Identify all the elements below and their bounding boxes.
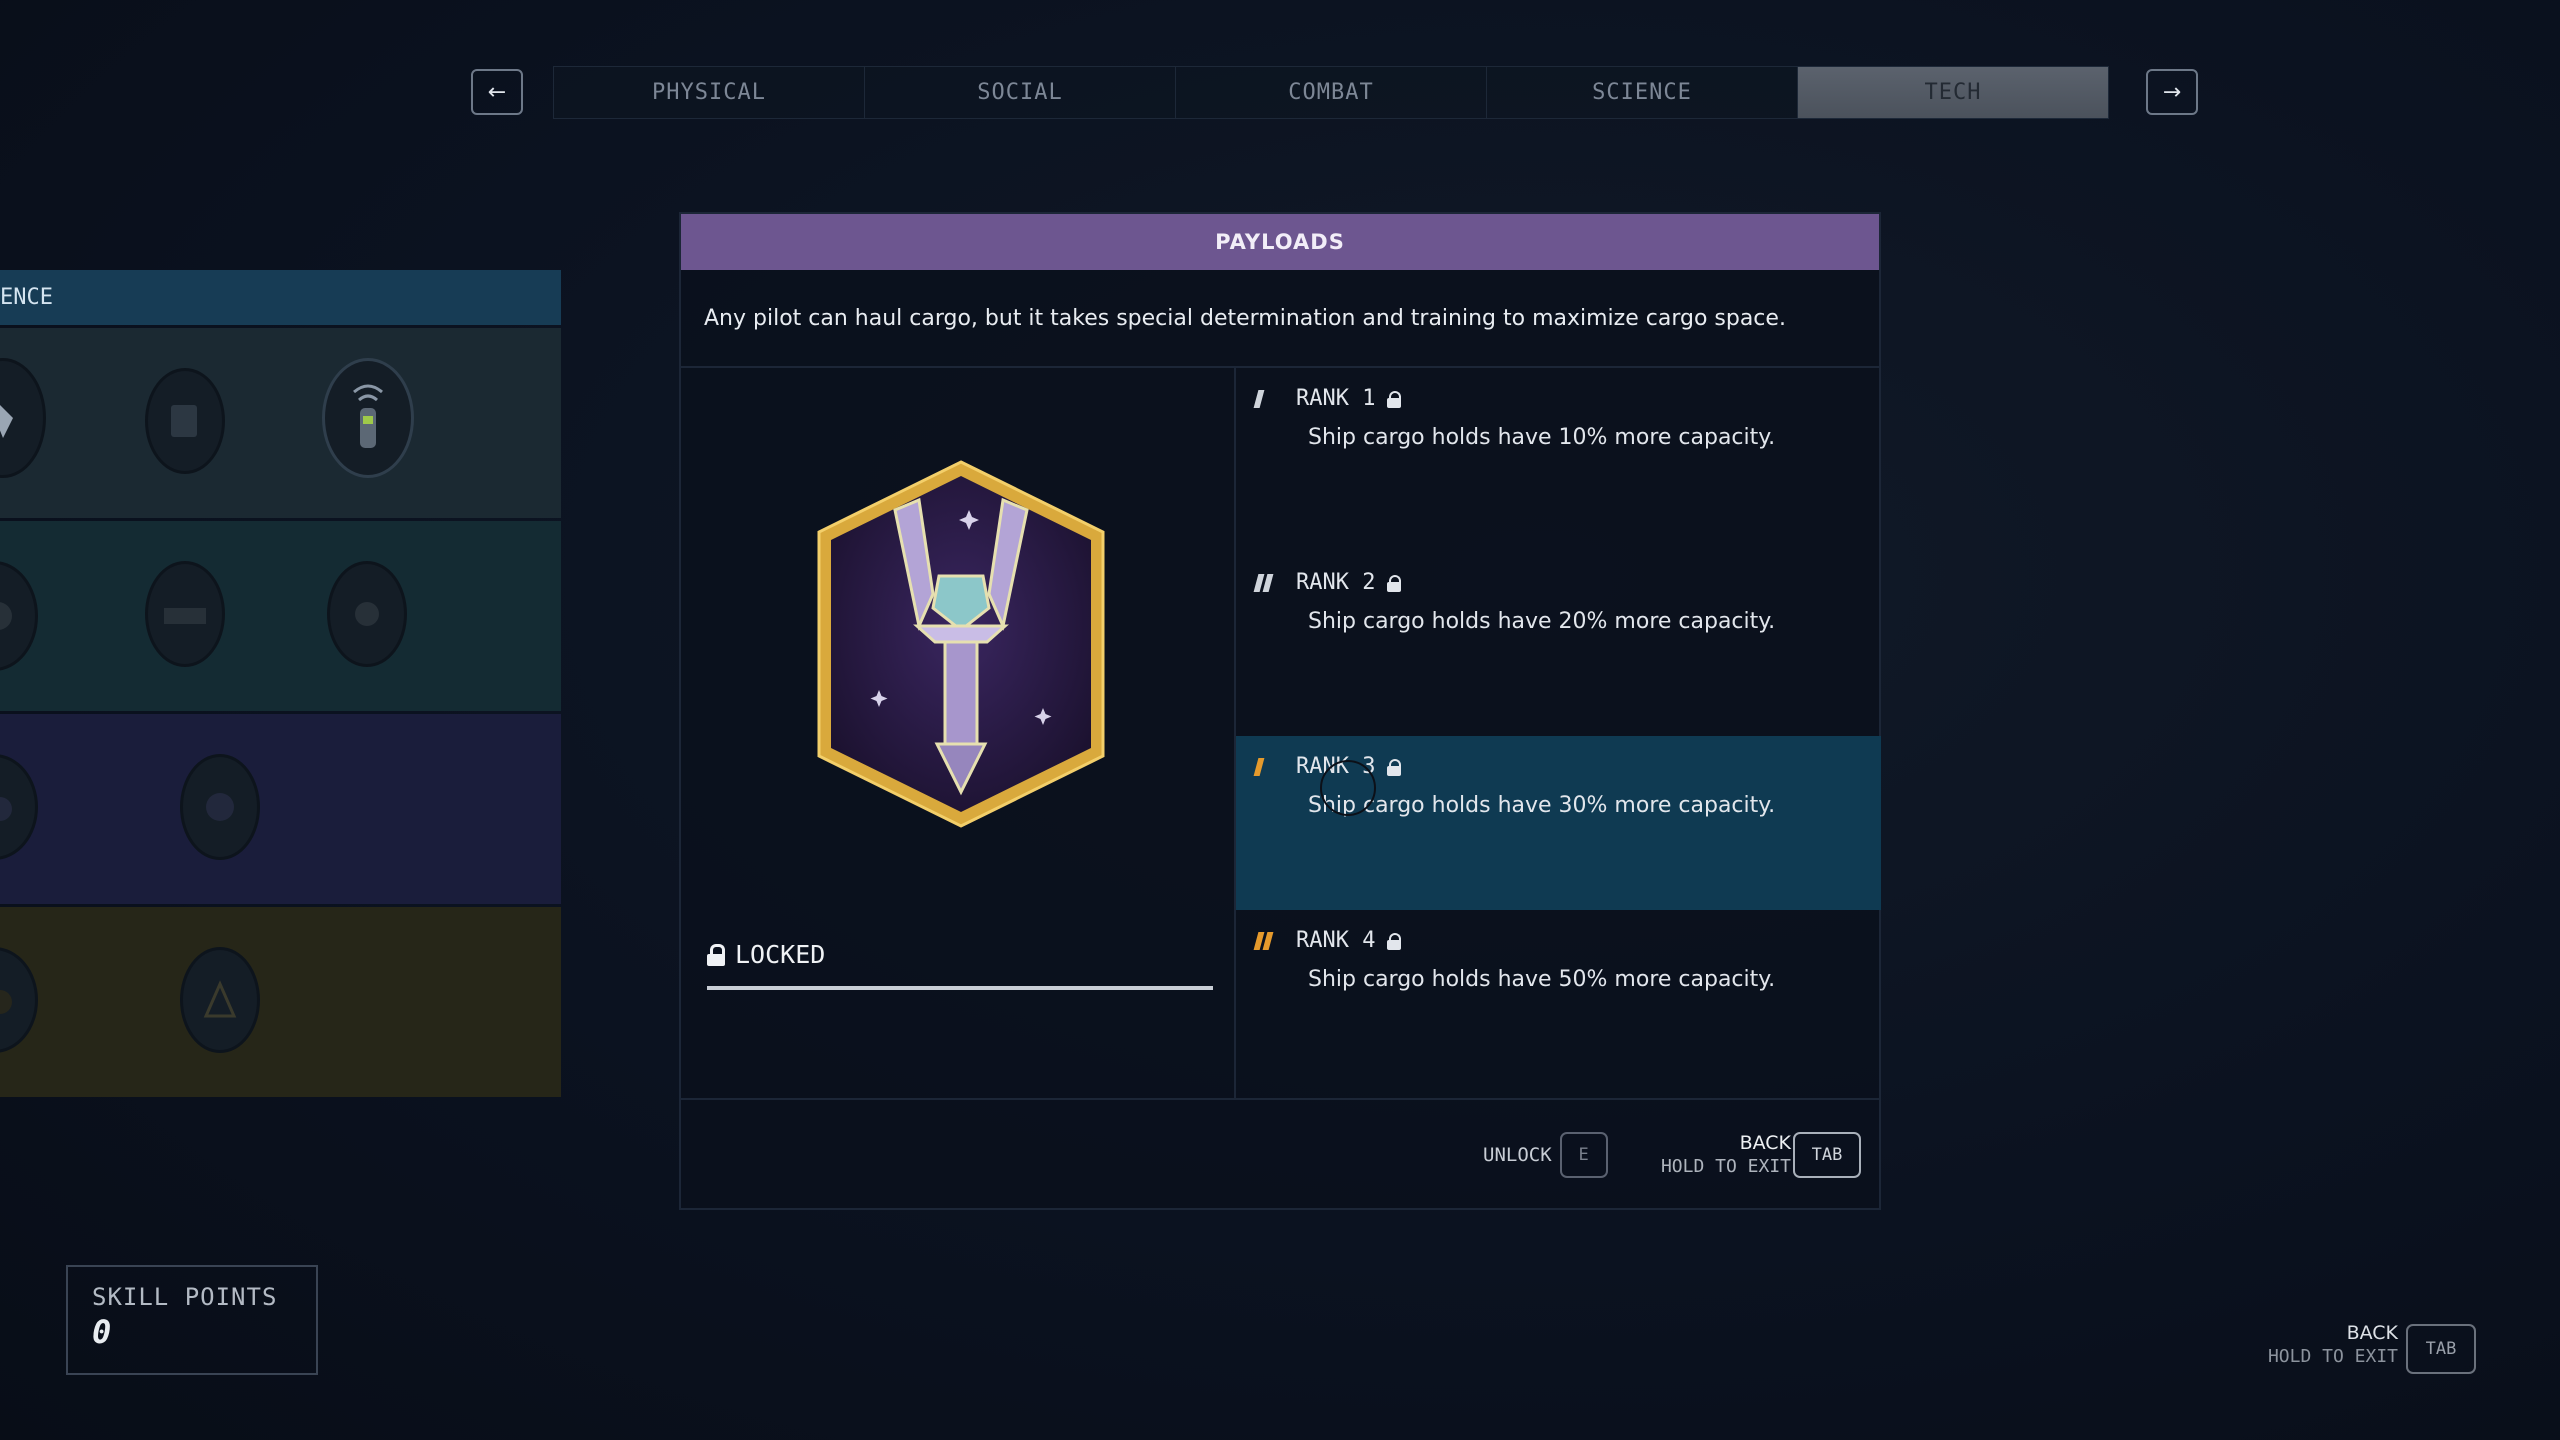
- corner-back-label: BACK: [2346, 1322, 2398, 1344]
- skill-medic-icon[interactable]: [0, 358, 46, 478]
- tree-row-tier-1: [0, 328, 561, 518]
- rank-3-text: Ship cargo holds have 30% more capacity.: [1308, 793, 1776, 818]
- skill-botany-icon[interactable]: [327, 561, 407, 667]
- tree-row-tier-3: [0, 714, 561, 904]
- skill-tier4-b-icon[interactable]: [180, 947, 260, 1053]
- rank-1-label: RANK 1: [1296, 386, 1376, 411]
- tree-row-tier-2: [0, 521, 561, 711]
- lock-icon: [707, 943, 725, 966]
- rank-2-text: Ship cargo holds have 20% more capacity.: [1308, 609, 1776, 634]
- skill-description: Any pilot can haul cargo, but it takes s…: [681, 270, 1879, 368]
- rank-4-label: RANK 4: [1296, 928, 1376, 953]
- skill-points-box: SKILL POINTS 0: [66, 1265, 318, 1375]
- lock-icon: [1387, 758, 1402, 776]
- lock-icon: [1387, 932, 1402, 950]
- payloads-patch-icon: [817, 460, 1105, 828]
- back-key-button[interactable]: TAB: [1793, 1132, 1861, 1178]
- skill-points-value: 0: [92, 1313, 112, 1351]
- medic-glove-icon: [0, 405, 13, 438]
- skill-tree: ENCE: [0, 270, 561, 1097]
- skill-crafting-icon[interactable]: [145, 561, 225, 667]
- back-action-text: BACK HOLD TO EXIT: [1635, 1132, 1791, 1177]
- unlock-label: UNLOCK: [1483, 1144, 1552, 1166]
- skill-title: PAYLOADS: [681, 214, 1879, 270]
- rank-1[interactable]: RANK 1 Ship cargo holds have 10% more ca…: [1236, 368, 1881, 552]
- unlock-key: E: [1559, 1132, 1608, 1178]
- corner-hold-label: HOLD TO EXIT: [2267, 1346, 2398, 1367]
- skill-scanner-icon[interactable]: [322, 358, 414, 478]
- hold-to-exit-label: HOLD TO EXIT: [1660, 1156, 1791, 1177]
- tab-physical[interactable]: PHYSICAL: [554, 67, 865, 118]
- badge-area: LOCKED: [681, 368, 1236, 1098]
- progress-bar: [707, 986, 1213, 990]
- prev-category-button[interactable]: ←: [471, 69, 523, 115]
- corner-back-key-button[interactable]: TAB: [2406, 1324, 2476, 1374]
- ship-icon: [0, 797, 12, 821]
- arrow-right-icon: →: [2162, 79, 2182, 105]
- tree-row-tier-4: [0, 907, 561, 1097]
- rank-2-label: RANK 2: [1296, 570, 1376, 595]
- category-tabs: PHYSICAL SOCIAL COMBAT SCIENCE TECH: [553, 66, 2109, 119]
- skill-astronaut-icon[interactable]: [0, 561, 38, 671]
- tab-social[interactable]: SOCIAL: [865, 67, 1176, 118]
- tab-combat[interactable]: COMBAT: [1176, 67, 1487, 118]
- rank-2[interactable]: RANK 2 Ship cargo holds have 20% more ca…: [1236, 552, 1881, 736]
- cursor-ring: [1320, 760, 1376, 816]
- workbench-icon: [164, 608, 206, 624]
- tab-tech[interactable]: TECH: [1798, 67, 2108, 118]
- tab-science[interactable]: SCIENCE: [1487, 67, 1798, 118]
- next-category-button[interactable]: →: [2146, 69, 2198, 115]
- skill-tier4-a-icon[interactable]: [0, 947, 38, 1053]
- gear-icon: [0, 990, 12, 1014]
- lock-status: LOCKED: [707, 940, 825, 969]
- skill-tier3-a-icon[interactable]: [0, 754, 38, 860]
- back-label: BACK: [1739, 1132, 1791, 1154]
- rank-3[interactable]: RANK 3 Ship cargo holds have 30% more ca…: [1236, 736, 1881, 910]
- corner-back-text: BACK HOLD TO EXIT: [2234, 1322, 2398, 1367]
- lock-icon: [1387, 574, 1402, 592]
- arrow-left-icon: ←: [487, 79, 507, 105]
- planet-icon: [206, 793, 234, 821]
- compass-icon: [203, 980, 237, 1018]
- plant-icon: [355, 602, 379, 626]
- scanner-icon: [353, 384, 383, 448]
- skill-planetary-icon[interactable]: [180, 754, 260, 860]
- astronaut-icon: [0, 602, 12, 630]
- document-icon: [171, 405, 197, 437]
- rank-1-text: Ship cargo holds have 10% more capacity.: [1308, 425, 1776, 450]
- lock-icon: [1387, 390, 1402, 408]
- rank-4-pips: [1253, 931, 1284, 950]
- rank-4-text: Ship cargo holds have 50% more capacity.: [1308, 967, 1776, 992]
- rank-4[interactable]: RANK 4 Ship cargo holds have 50% more ca…: [1236, 910, 1881, 1094]
- rank-list: RANK 1 Ship cargo holds have 10% more ca…: [1236, 368, 1881, 1098]
- rank-3-pips: [1253, 757, 1284, 776]
- skill-detail-panel: PAYLOADS Any pilot can haul cargo, but i…: [679, 212, 1881, 1210]
- lock-status-label: LOCKED: [735, 940, 826, 969]
- tree-header: ENCE: [0, 270, 561, 325]
- skill-points-label: SKILL POINTS: [92, 1283, 278, 1311]
- panel-footer: UNLOCK E BACK HOLD TO EXIT TAB: [681, 1100, 1879, 1210]
- rank-2-pips: [1253, 573, 1284, 592]
- rank-1-pips: [1253, 389, 1284, 408]
- unlock-action[interactable]: UNLOCK E: [1483, 1132, 1608, 1178]
- skill-research-icon[interactable]: [145, 368, 225, 474]
